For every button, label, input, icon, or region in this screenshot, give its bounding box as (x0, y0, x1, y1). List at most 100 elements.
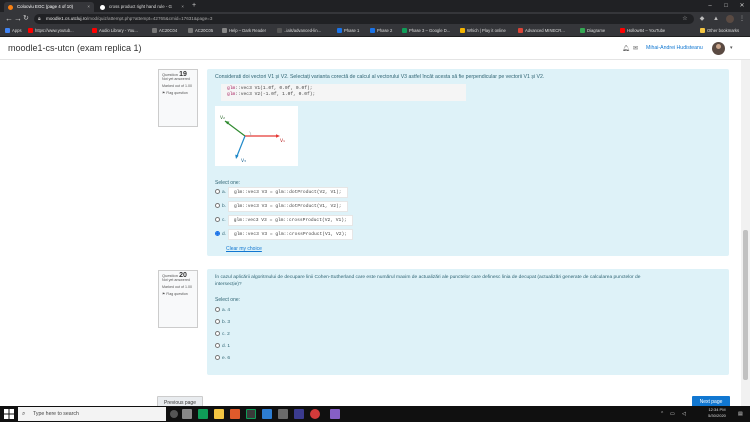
extension-icon[interactable]: ◆ (698, 15, 706, 23)
visual-studio-icon[interactable] (330, 409, 340, 419)
option-a[interactable]: a. glm::vec3 V3 = glm::dotProduct(V2, V1)… (215, 187, 348, 198)
bookmark-item[interactable]: Diagrame (580, 26, 605, 36)
option-c[interactable]: c. 2 (215, 330, 230, 339)
bookmark-item[interactable]: AC20C04 (152, 26, 177, 36)
close-tab-icon[interactable]: × (181, 2, 184, 12)
forward-icon[interactable]: → (14, 12, 22, 26)
notifications-icon[interactable]: ▤ (738, 406, 743, 422)
question-code: glm::vec3 V1(1.0f, 0.0f, 0.0f); glm::vec3… (221, 84, 466, 101)
bookmark-item[interactable]: Phase 1 (337, 26, 359, 36)
youtube-icon (92, 28, 97, 33)
radio-option-a[interactable] (215, 189, 220, 194)
option-code: glm::vec3 V3 = glm::crossProduct(V1, V2)… (228, 229, 354, 240)
taskbar-app-icon[interactable] (262, 409, 272, 419)
radio-option-d-selected[interactable] (215, 231, 220, 236)
option-b[interactable]: b. 3 (215, 318, 230, 327)
user-name[interactable]: Mihai-Andrei Hudisteanu (646, 45, 703, 51)
browser-tab-google[interactable]: cross product right hand rule - G × (96, 2, 188, 12)
volume-icon[interactable]: ◁ (682, 406, 686, 422)
taskbar-app-icon[interactable] (310, 409, 320, 419)
radio-option-c[interactable] (215, 217, 220, 222)
radio-option-c[interactable] (215, 331, 220, 336)
bookmark-item[interactable]: Hollow84 – YouTube (620, 26, 665, 36)
taskbar-search-input[interactable]: Type here to search (18, 407, 166, 421)
select-one-label: Select one: (215, 297, 241, 303)
clock-date: 5/30/2020 (708, 413, 726, 418)
file-explorer-icon[interactable] (214, 409, 224, 419)
question-info-20: Question 20 Not yet answered Marked out … (158, 270, 198, 328)
task-view-icon[interactable] (182, 409, 192, 419)
bookmark-item[interactable]: Phase 3 – Google D... (402, 26, 450, 36)
option-b[interactable]: b. glm::vec3 V3 = glm::dotProduct(V1, V2)… (215, 201, 348, 212)
select-one-label: Select one: (215, 180, 241, 186)
option-d[interactable]: d. glm::vec3 V3 = glm::crossProduct(V1, V… (215, 229, 354, 240)
radio-option-b[interactable] (215, 203, 220, 208)
site-title[interactable]: moodle1-cs-utcn (exam replica 1) (8, 43, 142, 53)
flag-icon: ⚑ (162, 292, 166, 296)
doc-icon (188, 28, 193, 33)
cortana-icon[interactable] (170, 410, 178, 418)
taskbar-app-icon[interactable] (294, 409, 304, 419)
radio-option-d[interactable] (215, 343, 220, 348)
flag-question-link[interactable]: ⚑ Flag question (162, 91, 194, 96)
browser-tab-quiz[interactable]: Colocviu EGC (page 4 of 10) × (4, 2, 94, 12)
apps-icon (5, 28, 10, 33)
moodle-favicon-icon (8, 4, 13, 10)
radio-option-e[interactable] (215, 355, 220, 360)
close-tab-icon[interactable]: × (87, 2, 90, 12)
bookmark-item[interactable]: AC20C05 (188, 26, 213, 36)
question-mark: Marked out of 1.00 (162, 285, 192, 289)
bookmark-item[interactable]: https://www.youtub... (28, 26, 74, 36)
tab-label: Colocviu EGC (page 4 of 10) (17, 4, 74, 9)
notifications-bell-icon[interactable]: 🔔︎ (622, 45, 630, 52)
option-letter: d. (222, 232, 227, 237)
profile-icon[interactable] (726, 15, 734, 23)
v2-label: V₂ (220, 115, 225, 121)
taskbar-chrome-active-icon[interactable] (246, 409, 256, 419)
question-status: Not yet answered (162, 77, 190, 81)
clock[interactable]: 12:34 PM 5/30/2020 (700, 407, 734, 419)
maximize-button[interactable]: □ (718, 0, 734, 12)
bookmark-item[interactable]: Help – Dark Reader (222, 26, 266, 36)
bookmark-item[interactable]: Which | Play it online (460, 26, 506, 36)
bookmark-item[interactable]: Audio Library - You... (92, 26, 138, 36)
close-window-button[interactable]: ✕ (734, 0, 750, 12)
extension-dark-reader-icon[interactable]: ▲ (712, 15, 720, 23)
browser-menu-icon[interactable]: ⋮ (738, 15, 746, 23)
option-d[interactable]: d. 1 (215, 342, 230, 351)
taskbar-app-icon[interactable] (278, 409, 288, 419)
option-c[interactable]: c. glm::vec3 V3 = glm::crossProduct(V2, V… (215, 215, 353, 226)
messages-icon[interactable]: ✉ (633, 45, 638, 52)
page-scrollbar[interactable] (741, 60, 750, 406)
radio-option-b[interactable] (215, 319, 220, 324)
bookmark-item[interactable]: Phase 2 (370, 26, 392, 36)
question-info-19: Question 19 Not yet answered Marked out … (158, 69, 198, 127)
option-code: glm::vec3 V3 = glm::dotProduct(V1, V2); (228, 201, 348, 212)
drive-icon (402, 28, 407, 33)
clear-choice-link[interactable]: Clear my choice (226, 246, 262, 252)
url-field[interactable]: 🔒︎ moodle1.cs.utcluj.ro/mod/quiz/attempt… (34, 14, 694, 24)
other-bookmarks[interactable]: Other bookmarks (700, 26, 739, 36)
taskbar-app-icon[interactable] (230, 409, 240, 419)
avatar[interactable] (712, 42, 725, 55)
scrollbar-thumb[interactable] (743, 230, 748, 380)
bookmark-star-icon[interactable]: ☆ (681, 15, 689, 23)
radio-option-a[interactable] (215, 307, 220, 312)
taskbar-chrome-icon[interactable] (198, 409, 208, 419)
windows-start-icon[interactable] (4, 409, 14, 419)
user-menu-caret-icon[interactable]: ▾ (730, 45, 733, 51)
bookmark-item[interactable]: ..ials/advanced-lin... (277, 26, 321, 36)
new-tab-button[interactable]: + (192, 0, 196, 12)
v1-label: V₁ (280, 138, 285, 144)
bookmark-apps[interactable]: Apps (5, 26, 22, 36)
bookmark-item[interactable]: Advanced MINECR... (518, 26, 565, 36)
bookmarks-bar: Apps https://www.youtub... Audio Library… (0, 26, 750, 37)
reload-icon[interactable]: ↻ (23, 12, 29, 26)
back-icon[interactable]: ← (5, 12, 13, 26)
network-icon[interactable]: ▭ (670, 406, 675, 422)
flag-question-link[interactable]: ⚑ Flag question (162, 292, 194, 297)
tray-chevron-icon[interactable]: ⌃ (660, 406, 664, 422)
minimize-button[interactable]: – (702, 0, 718, 12)
option-a[interactable]: a. 4 (215, 306, 230, 315)
option-e[interactable]: e. 6 (215, 354, 230, 363)
